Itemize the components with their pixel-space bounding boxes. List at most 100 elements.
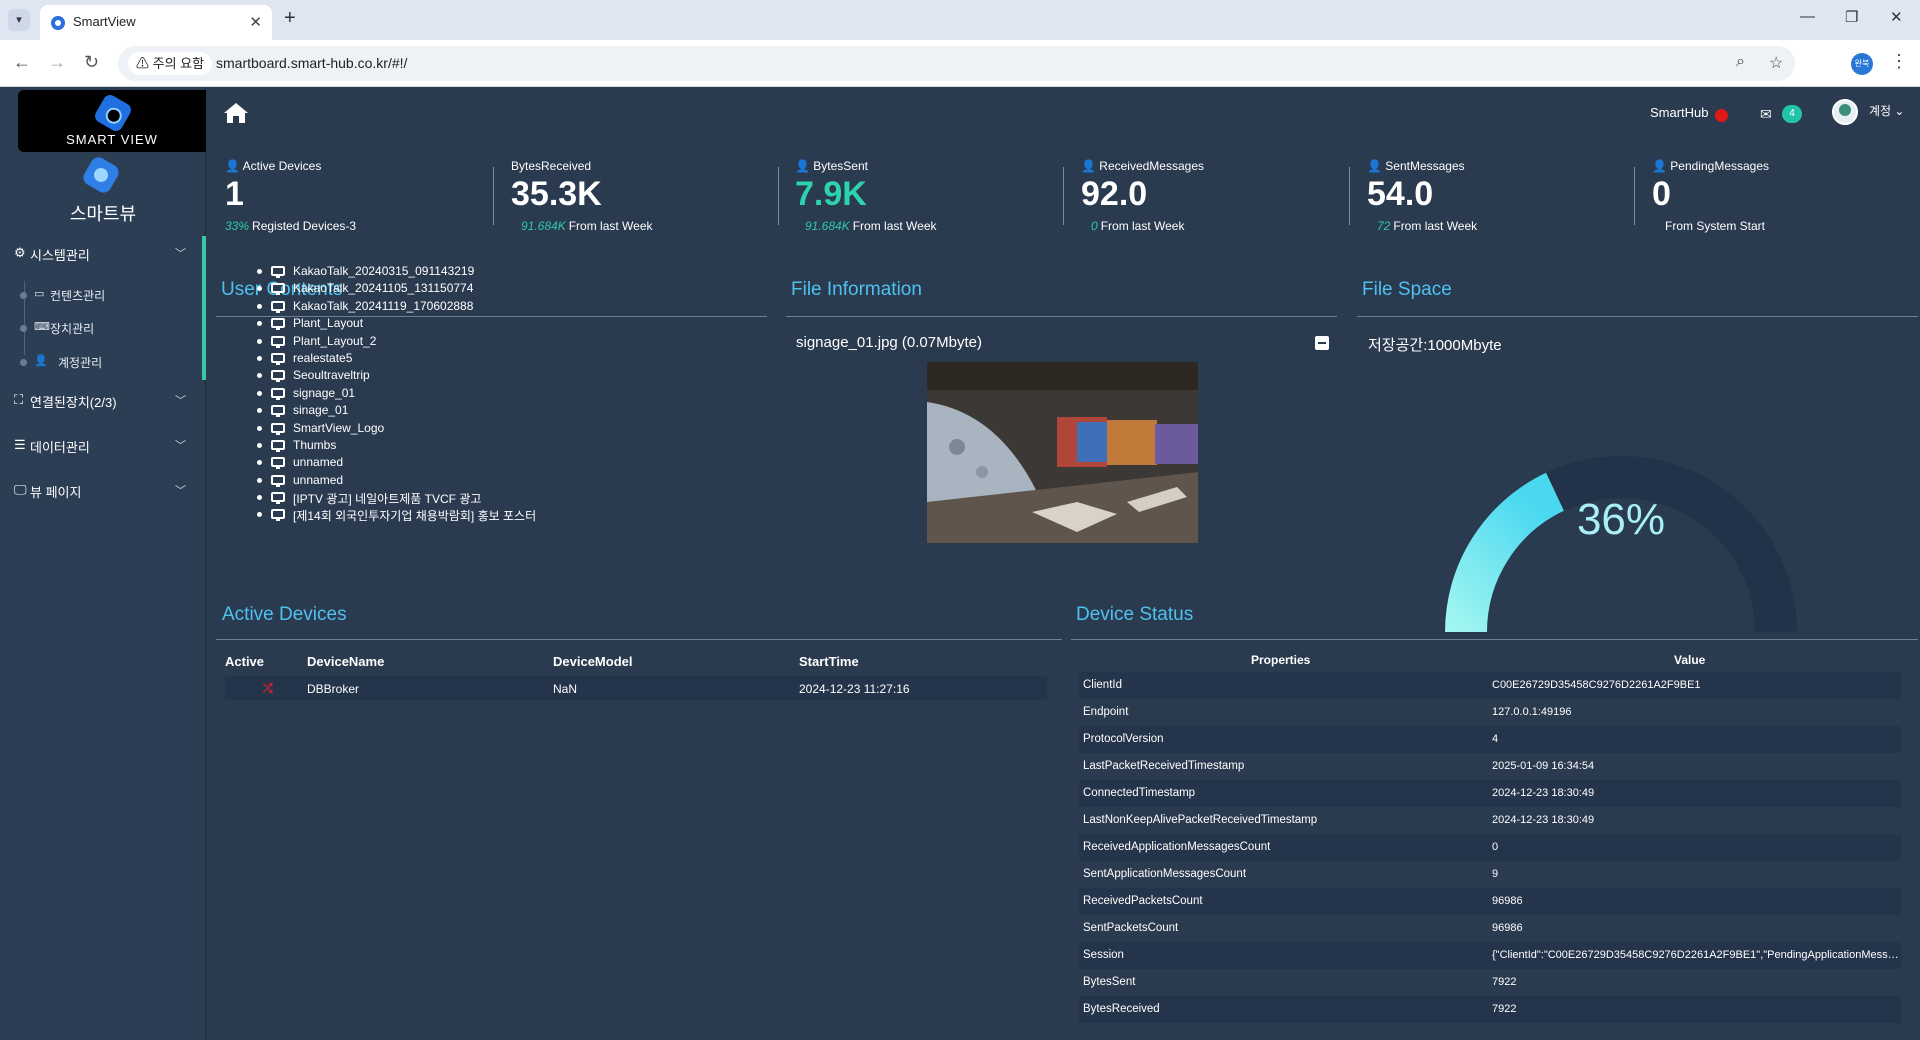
col-header[interactable]: DeviceModel <box>553 654 632 669</box>
list-item[interactable]: realestate5 <box>245 350 675 367</box>
account-menu[interactable]: 계정 ⌄ <box>1869 102 1904 119</box>
device-status-table: Properties Value ClientId C00E26729D35458… <box>1079 647 1901 1023</box>
table-row[interactable]: SentPacketsCount 96986 <box>1079 915 1901 942</box>
stat-title-text: ReceivedMessages <box>1099 159 1204 173</box>
stat-foot: 33% Registed Devices-3 <box>225 219 356 233</box>
collapse-button[interactable] <box>1315 336 1329 350</box>
table-row[interactable]: ProtocolVersion 4 <box>1079 726 1901 753</box>
list-item[interactable]: [IPTV 광고] 네일아트제품 TVCF 광고 <box>245 489 675 506</box>
list-item[interactable]: unnamed <box>245 472 675 489</box>
bullet <box>257 477 262 483</box>
tab-search-icon[interactable]: ▾ <box>8 9 30 31</box>
omnibox[interactable]: ⚠ 주의 요함 smartboard.smart-hub.co.kr/#!/ ☆… <box>118 46 1795 81</box>
col-header[interactable]: Active <box>225 654 264 669</box>
divider <box>1071 639 1918 640</box>
monitor-icon <box>271 422 285 435</box>
list-item[interactable]: KakaoTalk_20241119_170602888 <box>245 298 675 315</box>
property-value: 0 <box>1492 841 1499 853</box>
network-icon: ⛶ <box>14 392 24 407</box>
bullet <box>257 303 262 309</box>
zoom-icon[interactable]: ⌕ <box>1736 53 1745 71</box>
file-information-title: File Information <box>791 279 922 300</box>
list-item[interactable]: Plant_Layout_2 <box>245 333 675 350</box>
forward-icon[interactable]: → <box>48 52 66 73</box>
logo-mark-icon <box>92 92 134 134</box>
table-row[interactable]: LastPacketReceivedTimestamp 2025-01-09 16… <box>1079 753 1901 780</box>
bullet <box>257 460 262 466</box>
bullet <box>257 321 262 327</box>
table-row[interactable]: ⤮ DBBroker NaN 2024-12-23 11:27:16 <box>225 676 1047 700</box>
stat-value: 35.3K <box>511 175 602 213</box>
stat-foot: From System Start <box>1665 219 1765 233</box>
chevron-down-icon: ﹀ <box>175 440 186 452</box>
property-name: ConnectedTimestamp <box>1083 787 1196 799</box>
menu-connected-devices[interactable]: ⛶ 연결된장치(2/3) ﹀ <box>0 383 200 417</box>
restore-icon[interactable]: ❐ <box>1845 8 1858 26</box>
back-icon[interactable]: ← <box>13 52 31 73</box>
profile-avatar[interactable]: 완북 <box>1851 53 1873 75</box>
table-row[interactable]: BytesReceived 7922 <box>1079 996 1901 1023</box>
more-menu-icon[interactable]: ⋮ <box>1890 51 1908 72</box>
table-row[interactable]: ReceivedPacketsCount 96986 <box>1079 888 1901 915</box>
stat-title: 👤 SentMessages <box>1367 159 1465 173</box>
table-row[interactable]: BytesSent 7922 <box>1079 969 1901 996</box>
list-item[interactable]: Plant_Layout <box>245 315 675 332</box>
list-item[interactable]: KakaoTalk_20240315_091143219 <box>245 263 675 280</box>
col-header[interactable]: DeviceName <box>307 654 384 669</box>
list-item[interactable]: KakaoTalk_20241105_131150774 <box>245 280 675 297</box>
avatar[interactable] <box>1832 99 1858 125</box>
list-item[interactable]: [제14회 외국인투자기업 채용박람회] 홍보 포스터 <box>245 506 675 523</box>
list-item[interactable]: sinage_01 <box>245 402 675 419</box>
table-header: Properties Value <box>1079 647 1901 672</box>
main-content: SmartHub ✉ 4 계정 ⌄ 👤 Active Devices 1 33%… <box>207 87 1920 1040</box>
new-tab-icon[interactable]: + <box>284 7 296 30</box>
stat-title: BytesReceived <box>511 159 592 173</box>
user-contents-list[interactable]: KakaoTalk_20240315_091143219 KakaoTalk_20… <box>245 257 675 574</box>
close-window-icon[interactable]: ✕ <box>1890 8 1903 26</box>
list-item[interactable]: signage_01 <box>245 385 675 402</box>
mail-icon[interactable]: ✉ <box>1760 106 1772 123</box>
menu-data-management[interactable]: ☰ 데이터관리 ﹀ <box>0 428 200 462</box>
stat-foot-text: From last Week <box>1100 219 1185 233</box>
stat-foot-highlight: 91.684K <box>521 219 566 233</box>
col-header[interactable]: Properties <box>1251 653 1310 667</box>
reload-icon[interactable]: ↻ <box>84 52 99 73</box>
minimize-icon[interactable]: — <box>1800 8 1815 25</box>
table-row[interactable]: ConnectedTimestamp 2024-12-23 18:30:49 <box>1079 780 1901 807</box>
status-dot <box>1715 109 1728 122</box>
menu-system-management[interactable]: ⚙ 시스템관리 ﹀ <box>0 236 200 270</box>
bookmark-star-icon[interactable]: ☆ <box>1769 53 1783 73</box>
list-item[interactable]: Thumbs <box>245 437 675 454</box>
stat-foot: 72 From last Week <box>1377 219 1477 233</box>
list-item[interactable]: Seoultraveltrip <box>245 367 675 384</box>
chevron-down-icon: ﹀ <box>175 248 186 260</box>
list-item[interactable]: SmartView_Logo <box>245 420 675 437</box>
monitor-icon <box>271 509 285 522</box>
close-tab-icon[interactable]: ✕ <box>249 13 262 31</box>
table-row[interactable]: LastNonKeepAlivePacketReceivedTimestamp 2… <box>1079 807 1901 834</box>
table-row[interactable]: Session {"ClientId":"C00E26729D35458C9276… <box>1079 942 1901 969</box>
home-icon[interactable] <box>223 101 249 125</box>
url-text[interactable]: smartboard.smart-hub.co.kr/#!/ <box>216 55 407 71</box>
tab-title: SmartView <box>73 14 136 29</box>
table-row[interactable]: ClientId C00E26729D35458C9276D2261A2F9BE1 <box>1079 672 1901 699</box>
stat-foot-highlight: 72 <box>1377 219 1391 233</box>
content-name: signage_01 <box>293 385 356 400</box>
bullet <box>257 495 262 501</box>
list-item[interactable]: unnamed <box>245 454 675 471</box>
property-value: 7922 <box>1492 1003 1517 1015</box>
table-row[interactable]: Endpoint 127.0.0.1:49196 <box>1079 699 1901 726</box>
divider <box>1357 316 1918 317</box>
security-warning[interactable]: ⚠ 주의 요함 <box>128 52 213 75</box>
menu-view-page[interactable]: 🖵 뷰 페이지 ﹀ <box>0 473 200 507</box>
browser-tab[interactable]: SmartView ✕ <box>40 5 272 40</box>
table-row[interactable]: ReceivedApplicationMessagesCount 0 <box>1079 834 1901 861</box>
smarthub-label[interactable]: SmartHub <box>1650 105 1709 120</box>
table-row[interactable]: SentApplicationMessagesCount 9 <box>1079 861 1901 888</box>
col-header[interactable]: Value <box>1674 653 1705 667</box>
property-name: SentApplicationMessagesCount <box>1083 868 1247 880</box>
col-header[interactable]: StartTime <box>799 654 859 669</box>
gauge-fill <box>1445 472 1565 632</box>
stat-title: 👤 PendingMessages <box>1652 159 1770 173</box>
logo[interactable]: SMART VIEW <box>18 90 206 152</box>
